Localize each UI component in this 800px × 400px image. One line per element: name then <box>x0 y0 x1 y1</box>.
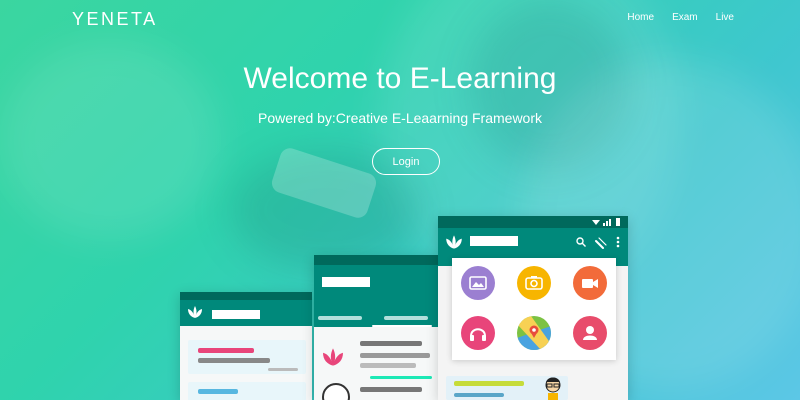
lotus-icon <box>188 306 202 318</box>
avatar <box>322 383 350 400</box>
paperclip-icon[interactable] <box>594 235 608 249</box>
nav-live-link[interactable]: Live <box>716 12 734 23</box>
mockup-screen-middle <box>314 255 438 400</box>
text-placeholder <box>360 353 430 358</box>
status-indicators-icon <box>592 218 620 226</box>
more-vert-icon[interactable] <box>616 236 620 248</box>
lotus-icon <box>323 348 343 366</box>
gallery-icon[interactable] <box>461 266 495 300</box>
hero-subtitle: Powered by:Creative E-Leaarning Framewor… <box>257 110 542 126</box>
video-icon[interactable] <box>573 266 607 300</box>
nav-exam-link[interactable]: Exam <box>672 12 698 23</box>
list-item <box>188 382 306 400</box>
status-bar <box>438 216 628 228</box>
map-icon[interactable] <box>517 316 551 350</box>
status-bar <box>180 292 312 300</box>
app-bar-title <box>322 277 370 287</box>
brand-logo[interactable]: YENETA <box>72 9 158 30</box>
progress-line <box>370 376 432 379</box>
hero-title: Welcome to E-Learning <box>243 62 557 95</box>
app-bar-title <box>470 236 518 246</box>
tab-placeholder <box>384 316 428 320</box>
login-button[interactable]: Login <box>372 148 440 175</box>
text-placeholder <box>360 341 422 346</box>
hero-section: YENETA Home Exam Live Welcome to E-Learn… <box>0 0 800 400</box>
contact-icon[interactable] <box>573 316 607 350</box>
camera-icon[interactable] <box>517 266 551 300</box>
list-item <box>188 340 306 374</box>
lotus-icon <box>446 235 462 249</box>
nav-home-link[interactable]: Home <box>627 12 654 23</box>
app-grid-card <box>452 258 616 360</box>
text-placeholder <box>360 363 416 368</box>
mockup-screen-left <box>180 292 312 400</box>
headphones-icon[interactable] <box>461 316 495 350</box>
tab-indicator <box>372 325 432 327</box>
top-nav: Home Exam Live <box>627 12 734 23</box>
text-placeholder <box>360 387 422 392</box>
search-icon[interactable] <box>576 237 586 247</box>
person-illustration-icon <box>545 377 561 400</box>
tab-placeholder <box>318 316 362 320</box>
status-bar <box>314 255 438 265</box>
app-bar-title <box>212 310 260 319</box>
